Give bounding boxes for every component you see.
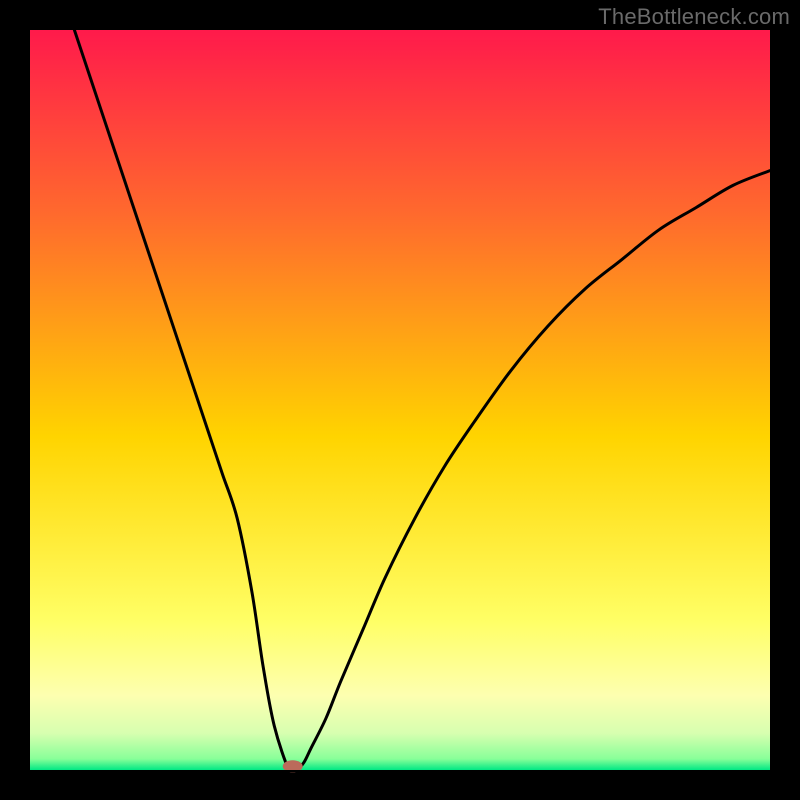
- chart-canvas: [0, 0, 800, 800]
- watermark-text: TheBottleneck.com: [598, 4, 790, 30]
- plot-background: [30, 30, 770, 770]
- chart-frame: TheBottleneck.com: [0, 0, 800, 800]
